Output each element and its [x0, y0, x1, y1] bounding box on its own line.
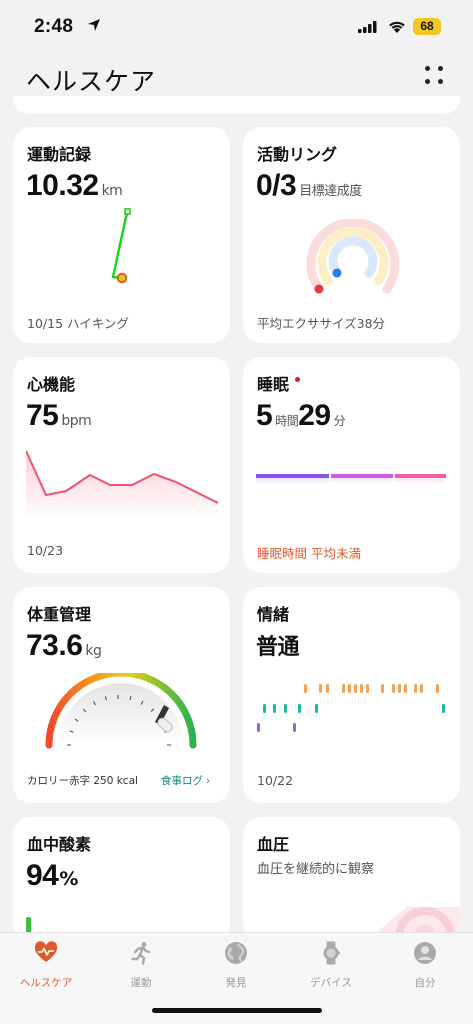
rings-value: 0/3 — [256, 169, 297, 202]
heart-rate-unit: bpm — [61, 413, 92, 429]
weight-unit: kg — [85, 643, 102, 659]
heart-rate-chart — [26, 450, 218, 521]
runner-icon — [131, 942, 151, 965]
cellular-signal-icon — [358, 21, 377, 33]
blood-oxygen-card[interactable]: 血中酸素 94% — [13, 817, 230, 942]
weight-value: 73.6 — [26, 629, 83, 662]
meal-log-label: 食事ログ — [161, 775, 203, 787]
sleep-stage-bar — [256, 474, 446, 484]
card-title: 血中酸素 — [27, 835, 92, 854]
sleep-status: 睡眠時間 平均未満 — [257, 546, 361, 561]
sleep-minutes-unit: 分 — [333, 414, 346, 428]
spo2-unit: % — [59, 868, 78, 890]
card-title: 体重管理 — [27, 605, 92, 624]
weight-gauge — [45, 673, 197, 749]
sleep-card[interactable]: 睡眠 5 時間29 分 睡眠時間 平均未満 — [243, 357, 460, 573]
watch-icon — [323, 941, 340, 965]
heart-date: 10/23 — [27, 543, 64, 558]
tab-label: ヘルスケア — [19, 977, 73, 989]
distance-unit: km — [101, 183, 123, 199]
exercise-record-card[interactable]: 運動記録 10.32 km 10/15 ハイキング — [13, 127, 230, 343]
calorie-deficit: カロリー赤字 250 kcal — [27, 775, 138, 787]
wifi-icon — [389, 21, 405, 33]
tab-label: デバイス — [310, 977, 352, 989]
route-map — [111, 208, 131, 284]
activity-rings-chart — [306, 219, 400, 294]
rings-unit: 目標達成度 — [299, 184, 362, 199]
sleep-hours-unit: 時間 — [275, 414, 299, 428]
status-time: 2:48 — [34, 16, 74, 37]
weight-management-card[interactable]: 体重管理 73.6 kg カロリー赤字 250 kcal 食事ログ › — [13, 587, 230, 803]
mood-card[interactable]: 情緒 普通 10/22 — [243, 587, 460, 803]
globe-icon — [225, 942, 247, 964]
card-title: 運動記録 — [27, 145, 92, 164]
tab-label: 自分 — [414, 977, 436, 989]
activity-footer: 平均エクササイズ38分 — [257, 316, 386, 331]
user-avatar-icon — [414, 942, 436, 964]
tab-exercise[interactable]: 運動 — [101, 941, 181, 990]
heart-pulse-icon — [34, 941, 58, 962]
exercise-date: 10/15 ハイキング — [27, 316, 129, 331]
chevron-right-icon: › — [206, 775, 211, 787]
activity-rings-card[interactable]: 活動リング 0/3 目標達成度 平均エクササイズ38分 — [243, 127, 460, 343]
card-title: 活動リング — [257, 145, 338, 164]
tab-me[interactable]: 自分 — [385, 941, 465, 990]
tab-devices[interactable]: デバイス — [291, 941, 371, 990]
mood-chart — [257, 684, 445, 732]
previous-card-edge — [13, 96, 460, 114]
page-title: ヘルスケア — [26, 67, 157, 96]
location-arrow-icon — [88, 19, 100, 31]
mood-value: 普通 — [256, 635, 300, 660]
meal-log-link[interactable]: 食事ログ › — [161, 773, 210, 788]
status-bar: 2:48 68 — [0, 0, 473, 52]
battery-indicator: 68 — [413, 18, 441, 35]
heart-rate-value: 75 — [26, 399, 59, 432]
bp-subtitle: 血圧を継続的に観察 — [257, 862, 375, 877]
tab-label: 運動 — [130, 977, 152, 989]
heart-function-card[interactable]: 心機能 75 bpm 10/23 — [13, 357, 230, 573]
distance-value: 10.32 — [26, 169, 99, 202]
tab-discover[interactable]: 発見 — [196, 941, 276, 990]
blood-pressure-card[interactable]: 血圧 血圧を継続的に観察 — [243, 817, 460, 942]
notification-dot — [295, 377, 300, 382]
more-options-icon[interactable] — [425, 66, 447, 88]
card-title: 睡眠 — [257, 375, 290, 394]
card-title: 情緒 — [257, 605, 290, 624]
card-title: 心機能 — [27, 375, 76, 394]
sleep-minutes: 29 — [298, 399, 331, 432]
card-title: 血圧 — [257, 835, 290, 854]
tab-label: 発見 — [225, 977, 247, 989]
tab-health-care[interactable]: ヘルスケア — [6, 941, 86, 990]
spo2-value: 94 — [26, 859, 59, 892]
sleep-hours: 5 — [256, 399, 273, 432]
mood-date: 10/22 — [257, 773, 294, 788]
home-indicator — [152, 1008, 322, 1013]
